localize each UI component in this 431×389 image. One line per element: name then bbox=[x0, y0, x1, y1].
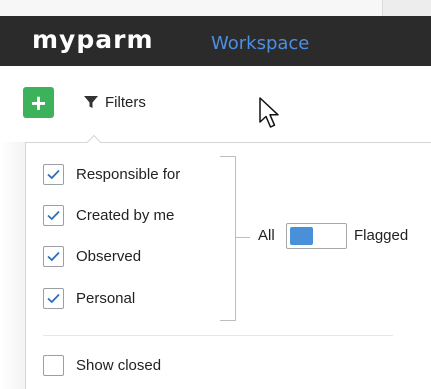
filter-option-label: Created by me bbox=[76, 206, 175, 224]
filter-option-created[interactable]: Created by me bbox=[43, 204, 174, 226]
add-button[interactable]: + bbox=[23, 87, 54, 118]
plus-icon: + bbox=[30, 87, 47, 118]
app-header: myparm Workspace bbox=[0, 16, 431, 66]
filter-option-label: Personal bbox=[76, 289, 136, 307]
toggle-knob[interactable] bbox=[290, 227, 313, 245]
checkmark-icon bbox=[47, 210, 60, 220]
window-top-strip bbox=[0, 0, 431, 16]
filter-option-label: Responsible for bbox=[76, 165, 181, 183]
funnel-icon bbox=[84, 96, 98, 108]
options-bracket bbox=[220, 156, 236, 321]
filter-option-personal[interactable]: Personal bbox=[43, 287, 135, 309]
checkmark-icon bbox=[47, 251, 60, 261]
checkbox[interactable] bbox=[43, 287, 64, 309]
bracket-connector bbox=[236, 237, 250, 238]
checkbox[interactable] bbox=[43, 204, 64, 226]
checkbox[interactable] bbox=[43, 245, 64, 267]
tab-edge bbox=[382, 0, 431, 16]
checkmark-icon bbox=[47, 169, 60, 179]
panel-shadow bbox=[0, 142, 25, 389]
filters-button[interactable]: Filters bbox=[84, 90, 146, 114]
filter-option-label: Observed bbox=[76, 247, 142, 265]
scope-toggle[interactable] bbox=[286, 223, 347, 249]
checkbox[interactable] bbox=[43, 163, 64, 185]
checkmark-icon bbox=[47, 293, 60, 303]
toolbar: + Filters bbox=[0, 66, 431, 144]
filters-label: Filters bbox=[105, 93, 146, 111]
toggle-flagged-label: Flagged bbox=[354, 227, 409, 244]
show-closed-label: Show closed bbox=[76, 356, 162, 374]
workspace-title[interactable]: Workspace bbox=[211, 33, 309, 55]
show-closed-option[interactable]: Show closed bbox=[43, 354, 161, 376]
filter-option-observed[interactable]: Observed bbox=[43, 245, 141, 267]
divider bbox=[43, 335, 393, 336]
mouse-pointer-icon bbox=[259, 97, 279, 128]
filter-option-responsible[interactable]: Responsible for bbox=[43, 163, 180, 185]
logo: myparm bbox=[32, 25, 154, 54]
toggle-all-label: All bbox=[258, 227, 275, 244]
checkbox[interactable] bbox=[43, 354, 64, 376]
